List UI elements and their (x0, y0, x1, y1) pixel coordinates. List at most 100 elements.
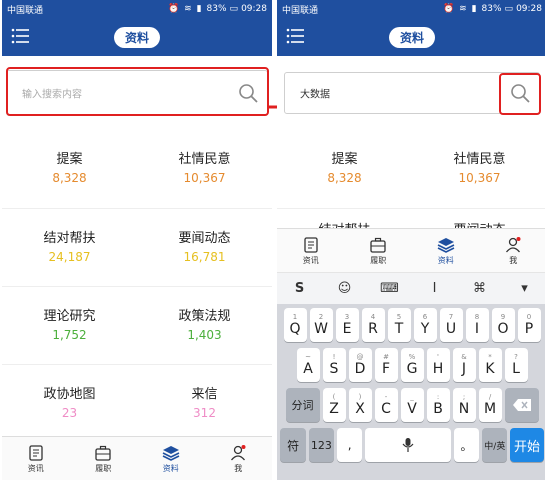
collapse-keyboard-icon[interactable]: ▾ (502, 281, 545, 296)
key-secondary-label: * (488, 353, 492, 361)
key-h[interactable]: ' H (426, 348, 450, 382)
backspace-icon (512, 399, 531, 411)
key-x[interactable]: ) X (348, 388, 372, 422)
tab-news[interactable]: 资讯 (277, 229, 345, 272)
category-letters[interactable]: 来信 312 (137, 365, 272, 442)
numbers-key[interactable]: 123 (308, 428, 335, 462)
signal-icons: ⏰ ≋ ▮ (443, 4, 478, 14)
symbols-key[interactable]: 符 (280, 428, 306, 462)
key-y[interactable]: 6Y (413, 308, 437, 342)
category-proposals[interactable]: 提案 8,328 (2, 130, 137, 208)
category-count: 10,367 (183, 171, 226, 185)
bottom-tab-bar: 资讯 履职 资料 我 (2, 436, 272, 480)
key-t[interactable]: 5T (387, 308, 411, 342)
search-value: 大数据 (300, 89, 330, 101)
key-l[interactable]: ? L (504, 348, 528, 382)
briefcase-icon (370, 237, 386, 253)
category-public-opinion[interactable]: 社情民意 10,367 (412, 130, 545, 208)
key-secondary-label: 2 (318, 313, 324, 321)
menu-icon[interactable] (286, 28, 304, 44)
cursor-icon[interactable]: I (412, 281, 457, 296)
tab-duty[interactable]: 履职 (345, 229, 413, 272)
battery-label: 83% (481, 4, 502, 14)
key-i[interactable]: 8I (465, 308, 489, 342)
key-secondary-label: 9 (500, 313, 506, 321)
key-v[interactable]: _ V (400, 388, 424, 422)
key-primary-label: S (329, 361, 339, 377)
key-z[interactable]: (Z (322, 388, 346, 422)
backspace-key[interactable] (504, 388, 539, 422)
page-title: 资料 (389, 27, 435, 48)
category-theory[interactable]: 理论研究 1,752 (2, 287, 137, 364)
category-paired-assistance[interactable]: 结对帮扶 (277, 209, 412, 228)
key-p[interactable]: 0P (517, 308, 541, 342)
key-j[interactable]: & J (452, 348, 476, 382)
key-u[interactable]: 7U (439, 308, 463, 342)
category-label: 来信 (191, 387, 218, 402)
language-switch-key[interactable]: 中/英 (482, 428, 508, 462)
key-o[interactable]: 9O (491, 308, 515, 342)
key-secondary-label: ( (332, 393, 336, 401)
key-secondary-label: 1 (292, 313, 298, 321)
key-secondary-label: _ (410, 393, 414, 401)
key-e[interactable]: 3E (335, 308, 359, 342)
key-secondary-label: 5 (396, 313, 402, 321)
key-b[interactable]: :B (426, 388, 450, 422)
key-c[interactable]: -C (374, 388, 398, 422)
category-map[interactable]: 政协地图 23 (2, 365, 137, 442)
emoji-icon[interactable]: ☺ (322, 281, 367, 296)
keyboard-layout-icon[interactable]: ⌨ (367, 281, 412, 296)
tab-label: 资料 (437, 255, 454, 265)
tab-materials[interactable]: 资料 (137, 437, 205, 480)
category-public-opinion[interactable]: 社情民意 10,367 (137, 130, 272, 208)
keyboard-row: 符 123 , 。 中/英 开始 (279, 428, 545, 462)
keyboard: 1Q2W3E4R5T6Y7U8I9O0P ~ A! S @ D # F% G ' H & J * K? L … (277, 304, 545, 480)
tab-me[interactable]: 我 (205, 437, 273, 480)
tab-news[interactable]: 资讯 (2, 437, 70, 480)
category-policy[interactable]: 政策法规 1,403 (137, 287, 272, 364)
category-label: 社情民意 (453, 152, 506, 167)
tab-label: 履职 (370, 255, 387, 265)
key-primary-label: W (314, 321, 328, 337)
key-n[interactable]: ; N (452, 388, 476, 422)
sogou-logo-icon[interactable]: S (277, 281, 322, 296)
key-q[interactable]: 1Q (283, 308, 307, 342)
tab-materials[interactable]: 资料 (412, 229, 480, 272)
key-f[interactable]: # F (374, 348, 398, 382)
segment-key[interactable]: 分词 (285, 388, 320, 422)
key-primary-label: K (485, 361, 495, 377)
key-secondary-label: - (384, 393, 388, 401)
comma-key[interactable]: , (337, 428, 363, 462)
key-m[interactable]: / M (478, 388, 502, 422)
category-row: 理论研究 1,752 政策法规 1,403 (2, 286, 272, 364)
key-r[interactable]: 4R (361, 308, 385, 342)
key-primary-label: U (445, 321, 457, 337)
search-highlight-box (6, 67, 269, 116)
category-proposals[interactable]: 提案 8,328 (277, 130, 412, 208)
category-paired-assistance[interactable]: 结对帮扶 24,187 (2, 209, 137, 286)
key-w[interactable]: 2W (309, 308, 333, 342)
left-screen: 中国联通 ⏰ ≋ ▮ 83% ▭ 09:28 资料 输入搜索内容 提案 8,328… (2, 0, 272, 480)
start-search-key[interactable]: 开始 (510, 428, 544, 462)
key-primary-label: G (406, 361, 418, 377)
period-key[interactable]: 。 (453, 428, 480, 462)
keyboard-toolbar: S ☺ ⌨ I ⌘ ▾ (277, 272, 545, 304)
key-k[interactable]: * K (478, 348, 502, 382)
category-news[interactable]: 要闻动态 16,781 (137, 209, 272, 286)
key-a[interactable]: ~ A (296, 348, 320, 382)
key-g[interactable]: % G (400, 348, 424, 382)
tab-duty[interactable]: 履职 (70, 437, 138, 480)
key-primary-label: A (303, 361, 313, 377)
space-key[interactable] (365, 428, 451, 462)
command-icon[interactable]: ⌘ (457, 281, 502, 296)
key-s[interactable]: ! S (322, 348, 346, 382)
category-row-partial: 结对帮扶 要闻动态 (277, 208, 545, 228)
category-row: 政协地图 23 来信 312 (2, 364, 272, 442)
tab-me[interactable]: 我 (480, 229, 545, 272)
key-primary-label: B (433, 401, 443, 417)
menu-icon[interactable] (11, 28, 29, 44)
key-primary-label: V (407, 401, 417, 417)
key-d[interactable]: @ D (348, 348, 372, 382)
category-news[interactable]: 要闻动态 (412, 209, 545, 228)
key-primary-label: Q (289, 321, 301, 337)
